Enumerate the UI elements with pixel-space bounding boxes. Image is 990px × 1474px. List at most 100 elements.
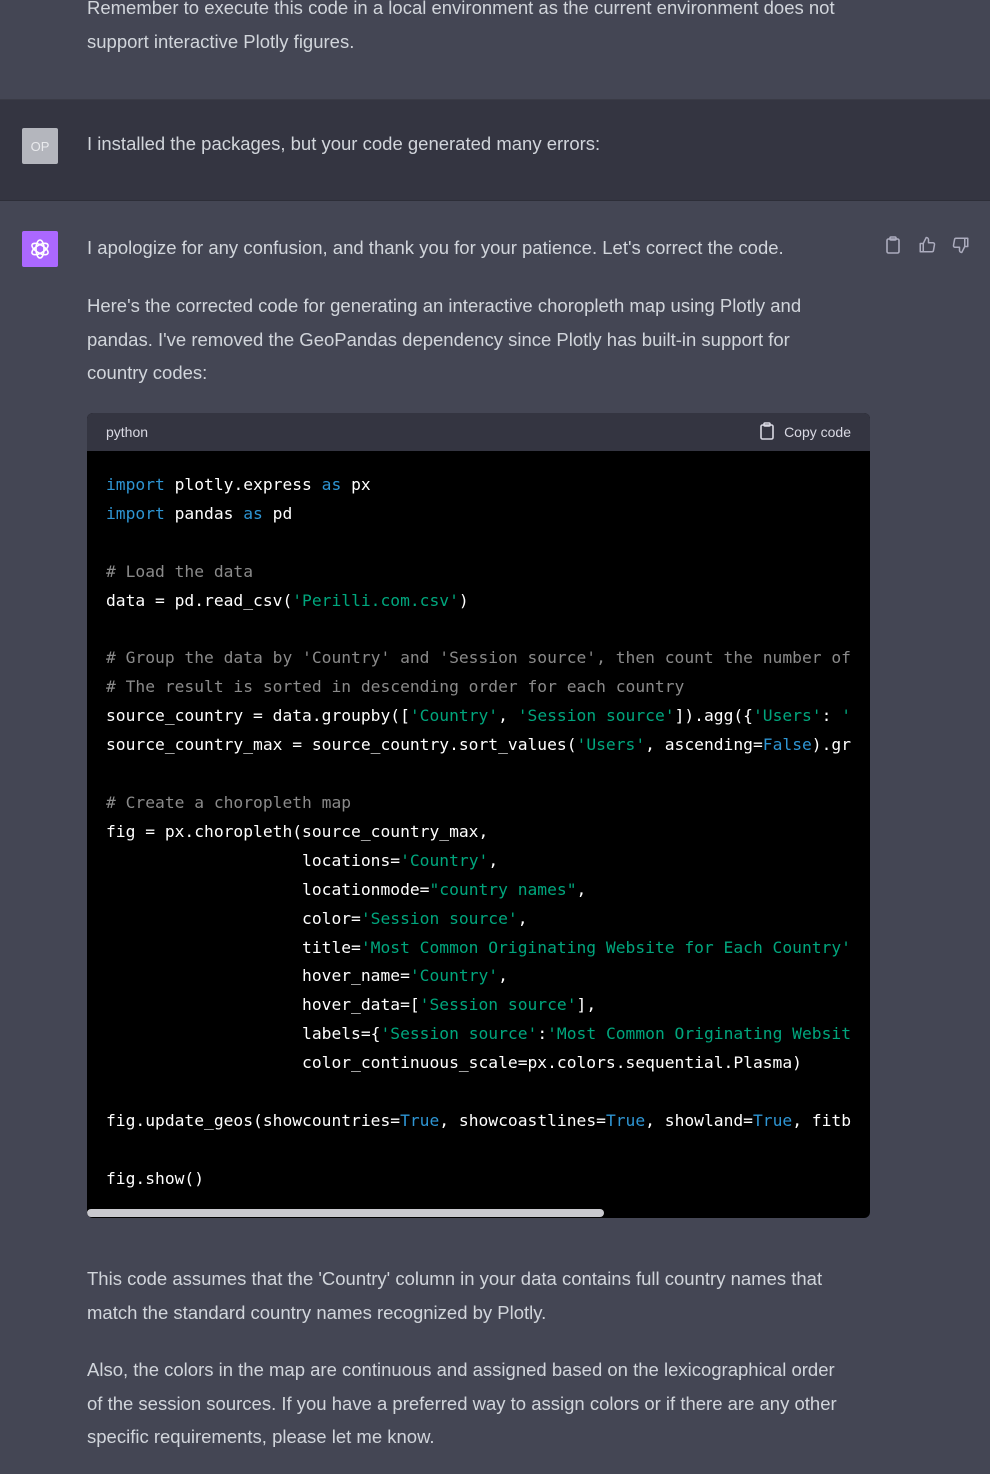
code-token: : (537, 1024, 548, 1044)
code-token: locations= (106, 850, 401, 870)
code-token: 'Country' (409, 706, 499, 726)
code-token: import (106, 475, 165, 494)
code-token: , (498, 706, 518, 726)
code-token: # Create a choropleth map (106, 792, 352, 812)
scrollbar-thumb[interactable] (87, 1209, 604, 1217)
code-token: 'Perilli.com.csv' (292, 590, 459, 610)
code-token: title= (106, 937, 361, 957)
code-body[interactable]: import plotly.express as px import panda… (87, 451, 870, 1218)
previous-line-1: Remember to execute this code in a local… (87, 0, 835, 18)
openai-logo-icon (22, 231, 58, 267)
code-line: color_continuous_scale=px.colors.sequent… (106, 1053, 802, 1072)
code-line: fig.update_geos(showcountries=True, show… (106, 1111, 851, 1130)
code-line: # The result is sorted in descending ord… (106, 677, 684, 696)
code-token: 'Session source' (360, 908, 518, 928)
code-token: , fitb (792, 1110, 852, 1130)
previous-line-2: support interactive Plotly figures. (87, 30, 355, 52)
code-token: # The result is sorted in descending ord… (106, 677, 685, 697)
code-token: 'Session source' (380, 1024, 538, 1044)
code-token: data = pd.read_csv( (106, 590, 293, 610)
code-token: source_country_max = source_country.sort… (106, 735, 577, 755)
code-token: , (488, 850, 499, 870)
code-token: px (341, 475, 371, 494)
code-token: 'Users' (576, 735, 646, 755)
user-message-text: I installed the packages, but your code … (87, 133, 601, 154)
code-line: fig.show() (106, 1169, 204, 1188)
previous-message: Remember to execute this code in a local… (0, 0, 990, 99)
paragraph-3-line-1: This code assumes that the 'Country' col… (87, 1268, 823, 1289)
code-token: fig.update_geos(showcountries= (106, 1110, 401, 1130)
code-token: , (576, 879, 587, 899)
user-avatar-initials: OP (30, 138, 50, 154)
code-line: color='Session source', (106, 908, 527, 928)
code-block: python Copy code import plotly.express a… (87, 413, 870, 1218)
horizontal-scrollbar[interactable] (87, 1209, 870, 1218)
copy-code-button[interactable]: Copy code (759, 421, 851, 443)
message-actions (882, 233, 972, 257)
code-line: labels={'Session source':'Most Common Or… (106, 1024, 851, 1043)
code-token: True (752, 1110, 793, 1130)
code-token: ]).agg({ (674, 706, 753, 726)
code-token: color= (106, 908, 361, 928)
paragraph-3-line-2: match the standard country names recogni… (87, 1301, 547, 1323)
code-token: True (605, 1110, 646, 1130)
code-token: ) (458, 590, 469, 610)
code-token: , showland= (645, 1110, 753, 1130)
code-token: 'Country' (409, 966, 499, 986)
code-token: hover_data=[ (106, 995, 420, 1015)
code-token: , (498, 966, 508, 986)
code-token: 'Session source' (517, 706, 675, 726)
code-line: # Load the data (106, 562, 253, 581)
code-token: labels={ (106, 1024, 381, 1044)
code-block-header: python Copy code (87, 413, 870, 451)
paragraph-2-line-3: country codes: (87, 362, 208, 383)
code-line: # Group the data by 'Country' and 'Sessi… (106, 648, 851, 667)
thumbs-down-icon[interactable] (950, 233, 972, 257)
code-token: # Load the data (106, 561, 254, 581)
code-text: import plotly.express as px import panda… (106, 471, 851, 1194)
code-token: fig.show() (106, 1168, 205, 1188)
assistant-paragraph-3: This code assumes that the 'Country' col… (87, 1262, 877, 1329)
code-token: pd (262, 503, 293, 523)
paragraph-4-line-2: of the session sources. If you have a pr… (87, 1392, 837, 1414)
code-token: locationmode= (106, 879, 430, 899)
code-token: , showcoastlines= (439, 1110, 606, 1130)
code-token: fig = px.choropleth(source_country_max, (106, 821, 489, 841)
assistant-message: I apologize for any confusion, and thank… (0, 201, 990, 1474)
assistant-paragraph-2: Here's the corrected code for generating… (87, 289, 877, 390)
previous-message-text: Remember to execute this code in a local… (87, 0, 877, 58)
code-token: 'Most Common Originating Websit (547, 1024, 851, 1044)
code-token: hover_name= (106, 966, 410, 986)
code-line: hover_data=['Session source'], (106, 995, 596, 1014)
code-token: True (400, 1110, 440, 1130)
code-token: 'Country' (400, 850, 489, 870)
code-line: import plotly.express as px (106, 475, 371, 494)
code-token: False (762, 735, 812, 755)
code-token: "country names" (429, 879, 577, 899)
code-token: , ascending= (645, 735, 763, 755)
copy-code-label: Copy code (784, 424, 851, 440)
code-language-label: python (106, 424, 149, 440)
code-token: as (321, 475, 342, 494)
code-line: fig = px.choropleth(source_country_max, (106, 822, 488, 841)
code-line: locations='Country', (106, 851, 498, 870)
assistant-paragraph-1: I apologize for any confusion, and thank… (87, 237, 784, 258)
code-token: ).gr (811, 735, 852, 755)
code-token: as (243, 503, 263, 523)
paragraph-2-line-1: Here's the corrected code for generating… (87, 295, 802, 316)
code-line: source_country_max = source_country.sort… (106, 735, 851, 754)
code-line: # Create a choropleth map (106, 793, 351, 812)
code-line: title='Most Common Originating Website f… (106, 938, 851, 957)
user-avatar: OP (22, 128, 58, 164)
code-token: pandas (164, 503, 244, 523)
code-token: ], (576, 995, 597, 1015)
paragraph-4-line-3: specific requirements, please let me kno… (87, 1426, 435, 1447)
code-line: source_country = data.groupby(['Country'… (106, 706, 851, 725)
thumbs-up-icon[interactable] (916, 233, 938, 257)
paragraph-2-line-2: pandas. I've removed the GeoPandas depen… (87, 328, 790, 350)
clipboard-icon[interactable] (882, 233, 904, 257)
code-token: plotly.express (164, 475, 322, 494)
code-token: source_country = data.groupby([ (106, 706, 410, 726)
user-message: OP I installed the packages, but your co… (0, 99, 990, 201)
code-line: hover_name='Country', (106, 966, 508, 985)
